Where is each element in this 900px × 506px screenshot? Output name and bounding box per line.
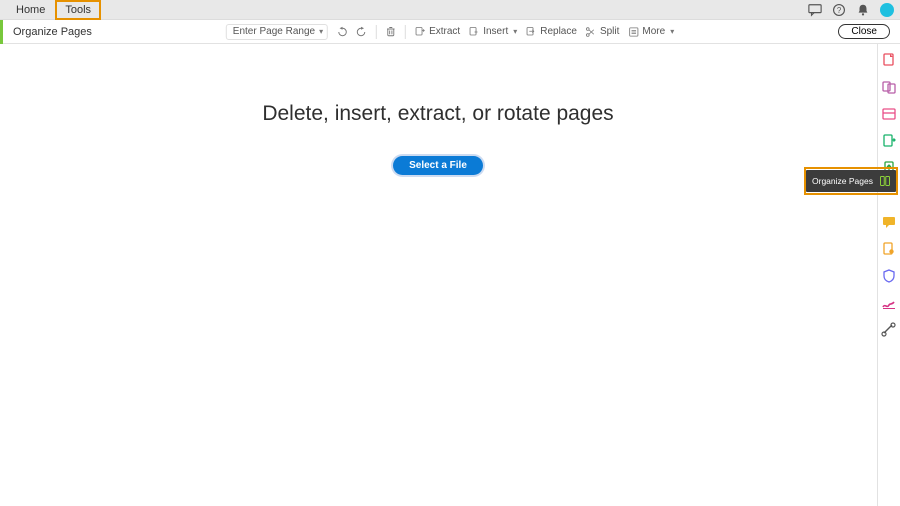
app-top-bar: Home Tools ? xyxy=(0,0,900,20)
organize-toolbar: Organize Pages Enter Page Range ▾ Extrac… xyxy=(0,20,900,44)
select-file-button[interactable]: Select a File xyxy=(393,156,483,175)
stamp-icon[interactable] xyxy=(881,241,897,257)
separator xyxy=(405,25,406,39)
page-range-label: Enter Page Range xyxy=(233,26,315,37)
protect-icon[interactable] xyxy=(881,268,897,284)
tab-home[interactable]: Home xyxy=(6,0,55,20)
chevron-down-icon: ▾ xyxy=(513,27,517,36)
page-headline: Delete, insert, extract, or rotate pages xyxy=(262,102,613,126)
help-icon[interactable]: ? xyxy=(832,3,846,17)
delete-button[interactable] xyxy=(385,26,397,38)
insert-label: Insert xyxy=(483,26,508,37)
split-label: Split xyxy=(600,26,619,37)
avatar[interactable] xyxy=(880,3,894,17)
organize-pages-flyout-icon xyxy=(879,175,891,187)
bell-icon[interactable] xyxy=(856,3,870,17)
right-rail xyxy=(877,44,900,506)
svg-text:?: ? xyxy=(837,6,842,15)
comments-tool-icon[interactable] xyxy=(881,214,897,230)
rotate-ccw-button[interactable] xyxy=(336,26,348,38)
replace-button[interactable]: Replace xyxy=(525,26,577,38)
extract-button[interactable]: Extract xyxy=(414,26,460,38)
top-right-controls: ? xyxy=(808,3,894,17)
create-pdf-icon[interactable] xyxy=(881,52,897,68)
extract-label: Extract xyxy=(429,26,460,37)
comments-icon[interactable] xyxy=(808,3,822,17)
more-dropdown[interactable]: More ▾ xyxy=(627,26,674,38)
combine-files-icon[interactable] xyxy=(881,79,897,95)
chevron-down-icon: ▾ xyxy=(319,27,323,36)
tab-tools[interactable]: Tools xyxy=(55,0,101,20)
toolbar-actions: Enter Page Range ▾ Extract Insert ▾ Repl… xyxy=(226,24,674,40)
insert-dropdown[interactable]: Insert ▾ xyxy=(468,26,517,38)
page-range-dropdown[interactable]: Enter Page Range ▾ xyxy=(226,24,328,40)
toolbar-title: Organize Pages xyxy=(3,26,102,38)
edit-pdf-icon[interactable] xyxy=(881,106,897,122)
rotate-cw-button[interactable] xyxy=(356,26,368,38)
measure-icon[interactable] xyxy=(881,322,897,338)
flyout-label: Organize Pages xyxy=(812,176,873,186)
close-button[interactable]: Close xyxy=(838,24,890,39)
chevron-down-icon: ▾ xyxy=(670,27,674,36)
main-panel: Delete, insert, extract, or rotate pages… xyxy=(0,44,876,506)
sign-icon[interactable] xyxy=(881,295,897,311)
organize-pages-flyout[interactable]: Organize Pages xyxy=(806,170,896,192)
more-label: More xyxy=(642,26,665,37)
export-pdf-icon[interactable] xyxy=(881,133,897,149)
separator xyxy=(376,25,377,39)
replace-label: Replace xyxy=(540,26,577,37)
split-button[interactable]: Split xyxy=(585,26,619,38)
